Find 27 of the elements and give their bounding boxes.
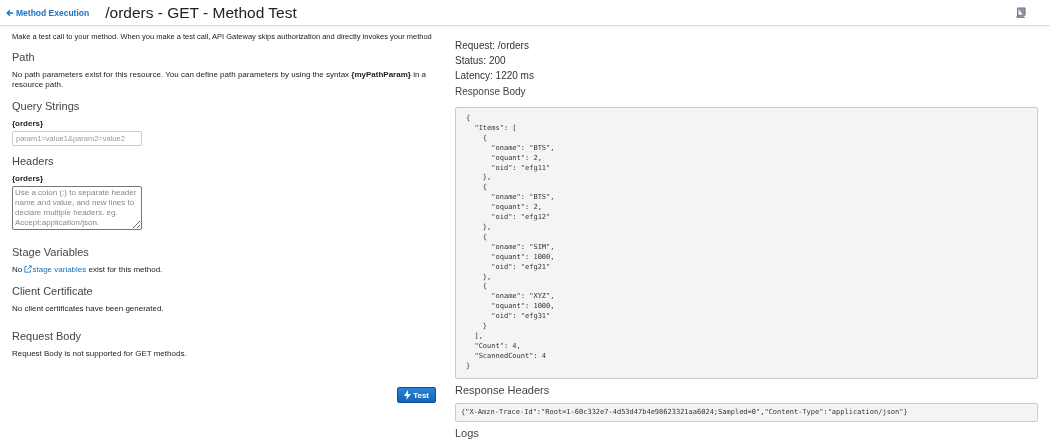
section-text: No path parameters exist for this resource. You can define path parameters by using the syntax {myPathParam} in a resource path. xyxy=(12,70,428,90)
test-button[interactable]: Test xyxy=(397,387,436,403)
request-text: Request: /orders xyxy=(455,39,530,53)
section-heading: Headers xyxy=(12,154,55,168)
headers-field[interactable]: Use a colon (:) to separate header name and value, and new lines to declare multiple headers. eg. Accept:application/json. xyxy=(12,186,142,230)
book-icon[interactable] xyxy=(1015,7,1026,18)
external-link-icon xyxy=(24,265,33,273)
method-execution-link[interactable]: Method Execution xyxy=(6,7,90,18)
section-text: Request Body is not supported for GET methods. xyxy=(12,349,188,359)
field-label: {orders} xyxy=(12,174,45,183)
status-text: Status: 200 xyxy=(455,54,507,68)
page-title: /orders - GET - Method Test xyxy=(105,3,297,22)
section-heading: Client Certificate xyxy=(12,284,94,298)
section-heading: Response Body xyxy=(455,85,527,99)
lightning-icon xyxy=(404,390,412,400)
section-heading: Request Body xyxy=(12,329,83,343)
field-label: {orders} xyxy=(12,119,45,128)
section-heading: Path xyxy=(12,50,36,64)
section-heading: Logs xyxy=(455,426,480,441)
section-heading: Stage Variables xyxy=(12,245,90,259)
back-arrow-icon xyxy=(6,8,14,17)
section-heading: Query Strings xyxy=(12,99,81,113)
section-text: No client certificates have been generated. xyxy=(12,304,165,314)
section-heading: Response Headers xyxy=(455,382,551,397)
section-text: No stage variables exist for this method. xyxy=(12,265,164,275)
stage-variables-link[interactable]: stage variables xyxy=(24,265,87,274)
latency-text: Latency: 1220 ms xyxy=(455,69,535,83)
